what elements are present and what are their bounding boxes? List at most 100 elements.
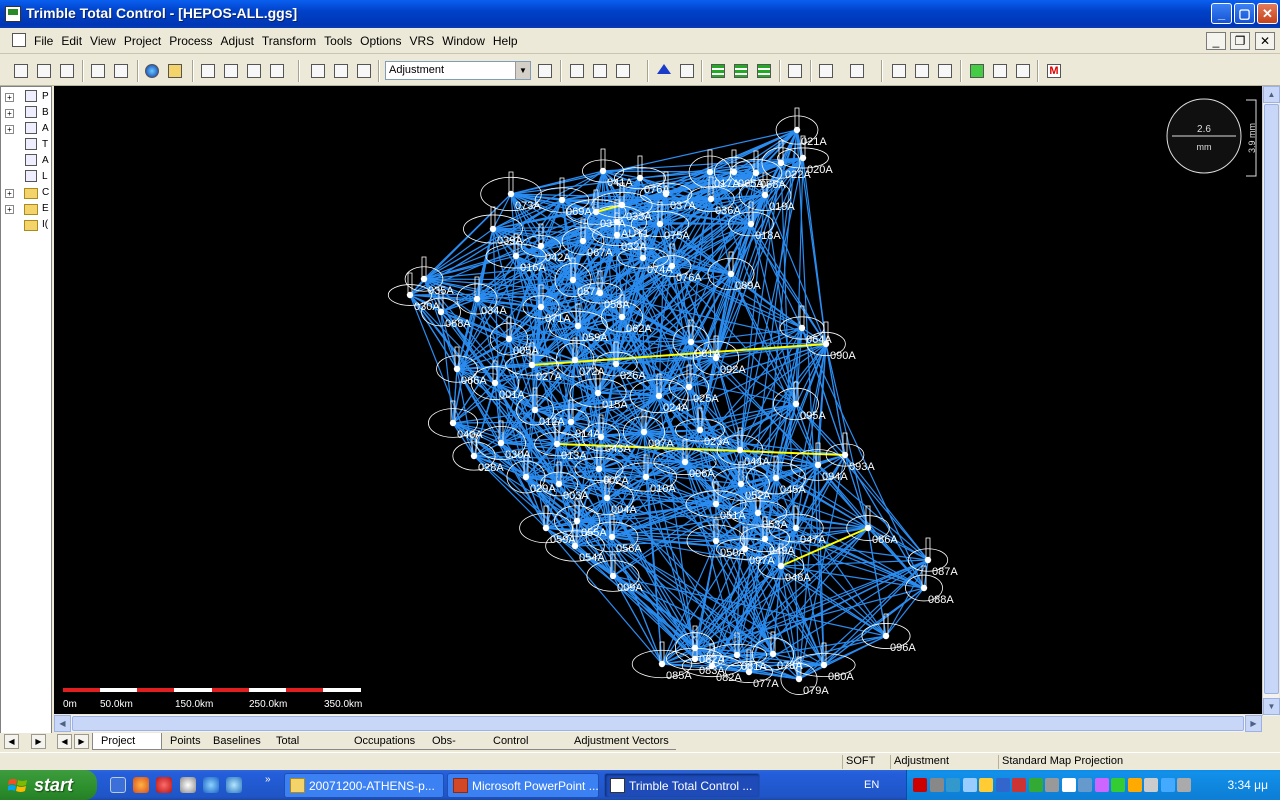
triangle-icon[interactable] [655,62,673,80]
scroll-left-button[interactable]: ◀ [54,715,71,732]
menu-help[interactable]: Help [489,34,522,48]
station-point[interactable] [528,361,536,369]
station-point[interactable] [772,474,780,482]
station-point[interactable] [512,252,520,260]
station-point[interactable] [573,517,581,525]
tab-points[interactable]: Points [162,733,205,750]
station-point[interactable] [636,174,644,182]
tab-adjustment-vectors[interactable]: Adjustment Vectors [566,733,676,750]
station-point[interactable] [712,537,720,545]
station-point[interactable] [603,494,611,502]
close-button[interactable]: ✕ [1257,3,1278,24]
station-point[interactable] [741,545,749,553]
menu-tools[interactable]: Tools [320,34,356,48]
station-point[interactable] [555,480,563,488]
app-icon[interactable] [5,6,21,22]
doc-close-button[interactable]: ✕ [1255,32,1275,50]
menu-vrs[interactable]: VRS [406,34,439,48]
station-point[interactable] [613,231,621,239]
station-point[interactable] [793,126,801,134]
station-point[interactable] [754,509,762,517]
tab-obs-files[interactable]: Obs-Files [424,733,485,763]
station-point[interactable] [792,400,800,408]
station-point[interactable] [737,480,745,488]
station-point[interactable] [406,291,414,299]
monitor2-icon[interactable] [913,62,931,80]
chevron-right-icon[interactable]: » [265,774,271,785]
tray-icon[interactable] [1111,778,1125,792]
tray-icon[interactable] [962,778,977,792]
station-point[interactable] [733,651,741,659]
export-icon[interactable] [112,62,130,80]
station-point[interactable] [537,242,545,250]
station-point[interactable] [658,660,666,668]
document-icon[interactable] [12,33,26,47]
tab-next-button[interactable]: ▶ [74,734,89,749]
menu-project[interactable]: Project [120,34,165,48]
scroll-down-button[interactable]: ▼ [1263,698,1280,715]
tab-total-stations[interactable]: Total Stations [268,733,346,763]
new-icon[interactable] [12,62,30,80]
import-icon[interactable] [89,62,107,80]
station-point[interactable] [798,324,806,332]
station-point[interactable] [727,270,735,278]
antenna-icon[interactable] [268,62,286,80]
start-button[interactable]: start [0,770,97,800]
menu-view[interactable]: View [86,34,120,48]
tray-icon[interactable] [1127,778,1142,792]
station-point[interactable] [708,662,716,670]
lightning-icon[interactable] [968,62,986,80]
table1-icon[interactable] [709,62,727,80]
station-point[interactable] [777,562,785,570]
tree-scroll-right[interactable]: ▶ [31,734,46,749]
station-point[interactable] [642,473,650,481]
station-point[interactable] [531,406,539,414]
station-point[interactable] [599,167,607,175]
station-point[interactable] [656,220,664,228]
menu-process[interactable]: Process [165,34,216,48]
document-icon[interactable] [991,62,1009,80]
task-button-powerpoint[interactable]: Microsoft PowerPoint ... [447,773,599,798]
tray-icon[interactable] [1061,778,1076,792]
expand-icon[interactable]: + [5,109,14,118]
expand-icon[interactable]: + [5,205,14,214]
task-button-folder[interactable]: 20071200-ATHENS-p... [284,773,444,798]
station-point[interactable] [571,542,579,550]
station-point[interactable] [706,168,714,176]
doc-restore-button[interactable]: ❐ [1230,32,1250,50]
station-point[interactable] [491,379,499,387]
monitor3-icon[interactable] [936,62,954,80]
station-point[interactable] [736,446,744,454]
station-point[interactable] [597,433,605,441]
tray-icon[interactable] [1028,778,1043,792]
globe-icon[interactable] [143,62,161,80]
doc-minimize-button[interactable]: _ [1206,32,1226,50]
expand-icon[interactable]: + [5,93,14,102]
app-quick-icon[interactable] [180,777,196,793]
menu-adjust[interactable]: Adjust [217,34,258,48]
station-point[interactable] [822,340,830,348]
tray-icon[interactable] [995,778,1010,792]
title-bar[interactable]: Trimble Total Control - [HEPOS-ALL.ggs] … [0,0,1280,28]
points-icon[interactable] [199,62,217,80]
tree-scroll-left[interactable]: ◀ [4,734,19,749]
m-icon[interactable]: M [1045,62,1063,80]
menu-window[interactable]: Window [438,34,489,48]
network-plot-svg[interactable]: 021A020A022A019A018A065A068A017A036A037A… [54,86,1262,714]
station-point[interactable] [473,295,481,303]
station-point[interactable] [655,392,663,400]
station-point[interactable] [618,313,626,321]
station-point[interactable] [579,237,587,245]
station-point[interactable] [497,439,505,447]
language-indicator[interactable]: EN [864,779,879,791]
vector-icon[interactable] [678,62,696,80]
station-point[interactable] [592,208,600,216]
station-point[interactable] [449,419,457,427]
open-icon[interactable] [35,62,53,80]
tab-control-points[interactable]: Control Points [485,733,566,763]
tray-icon[interactable] [1012,778,1026,792]
station-point[interactable] [747,220,755,228]
tray-icon[interactable] [913,778,927,792]
station-point[interactable] [553,440,561,448]
zoom-in-icon[interactable] [309,62,327,80]
